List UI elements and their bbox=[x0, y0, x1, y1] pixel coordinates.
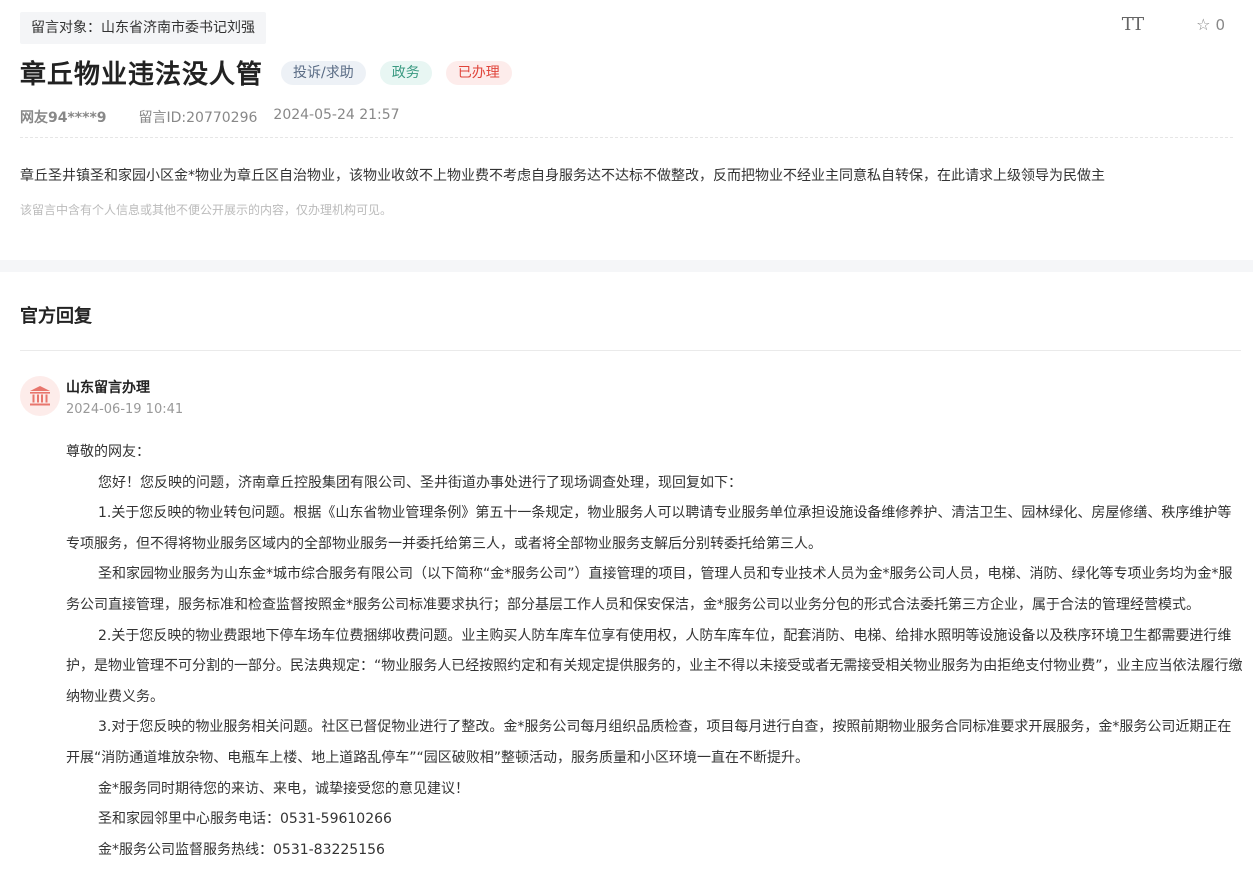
reply-paragraph: 1.关于您反映的物业转包问题。根据《山东省物业管理条例》第五十一条规定，物业服务… bbox=[66, 505, 1232, 552]
replier-name: 山东留言办理 bbox=[66, 380, 150, 396]
top-actions: TT ☆ 0 bbox=[1122, 14, 1225, 35]
meta-divider bbox=[20, 137, 1233, 138]
department-tag: 政务 bbox=[379, 60, 432, 85]
message-id: 留言ID:20770296 bbox=[138, 110, 258, 126]
reply-paragraph: 金*服务同时期待您的来访、来电，诚挚接受您的意见建议！ bbox=[98, 780, 469, 797]
favorite-button[interactable]: ☆ 0 bbox=[1196, 15, 1225, 34]
reply-paragraph: 圣和家园邻里中心服务电话：0531-59610266 bbox=[98, 811, 392, 828]
favorite-count: 0 bbox=[1215, 15, 1225, 34]
message-content: 章丘圣井镇圣和家园小区金*物业为章丘区自治物业，该物业收敛不上物业费不考虑自身服… bbox=[20, 168, 1105, 184]
reply-paragraph: 圣和家园物业服务为山东金*城市综合服务有限公司（以下简称“金*服务公司”）直接管… bbox=[66, 566, 1233, 613]
reply-time: 2024-06-19 10:41 bbox=[66, 402, 184, 417]
message-date: 2024-05-24 21:57 bbox=[273, 107, 400, 123]
page-title: 章丘物业违法没人管 bbox=[20, 60, 264, 90]
reply-paragraph: 您好！您反映的问题，济南章丘控股集团有限公司、圣井街道办事处进行了现场调查处理，… bbox=[98, 474, 742, 491]
avatar bbox=[20, 376, 60, 416]
tag-list: 投诉/求助 政务 已办理 bbox=[281, 60, 512, 85]
font-size-icon[interactable]: TT bbox=[1122, 14, 1144, 35]
category-tag: 投诉/求助 bbox=[281, 60, 366, 85]
section-divider bbox=[0, 260, 1253, 272]
reply-greeting: 尊敬的网友： bbox=[66, 444, 150, 460]
reply-divider bbox=[20, 350, 1241, 351]
privacy-note: 该留言中含有个人信息或其他不便公开展示的内容，仅办理机构可见。 bbox=[20, 203, 393, 217]
title-row: 章丘物业违法没人管 投诉/求助 政务 已办理 bbox=[20, 54, 512, 91]
reply-body: 尊敬的网友： 您好！您反映的问题，济南章丘控股集团有限公司、圣井街道办事处进行了… bbox=[66, 437, 1244, 865]
government-building-icon bbox=[30, 386, 50, 406]
status-badge: 已办理 bbox=[445, 60, 512, 85]
reply-heading: 官方回复 bbox=[20, 306, 92, 327]
message-meta: 网友94****9 留言ID:20770296 2024-05-24 21:57 bbox=[20, 107, 400, 127]
star-icon: ☆ bbox=[1196, 15, 1211, 34]
reply-paragraph: 2.关于您反映的物业费跟地下停车场车位费捆绑收费问题。业主购买人防车库车位享有使… bbox=[66, 627, 1243, 705]
message-section: 留言对象：山东省济南市委书记刘强 TT ☆ 0 章丘物业违法没人管 投诉/求助 … bbox=[0, 0, 1253, 260]
author-name: 网友94****9 bbox=[20, 110, 107, 126]
recipient-tag: 留言对象：山东省济南市委书记刘强 bbox=[20, 12, 266, 44]
reply-paragraph: 金*服务公司监督服务热线：0531-83225156 bbox=[98, 841, 385, 858]
reply-paragraph: 3.对于您反映的物业服务相关问题。社区已督促物业进行了整改。金*服务公司每月组织… bbox=[66, 719, 1232, 766]
